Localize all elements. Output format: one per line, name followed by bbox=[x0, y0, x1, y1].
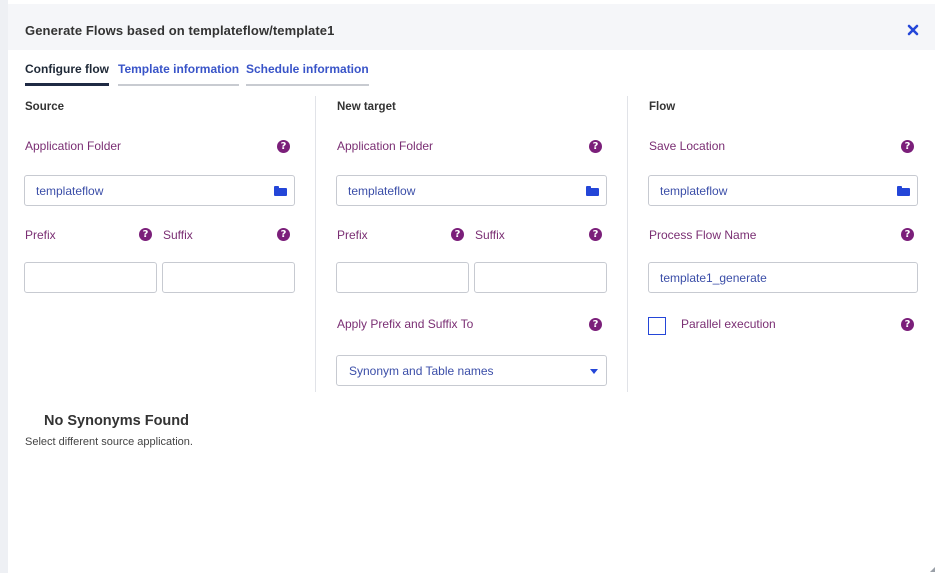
parallel-execution-label: Parallel execution bbox=[681, 317, 776, 331]
help-icon[interactable]: ? bbox=[277, 140, 290, 153]
help-icon[interactable]: ? bbox=[277, 228, 290, 241]
empty-state-subtitle: Select different source application. bbox=[25, 436, 193, 448]
tab-configure-flow[interactable]: Configure flow bbox=[25, 62, 109, 86]
column-divider bbox=[627, 96, 628, 392]
help-icon[interactable]: ? bbox=[589, 140, 602, 153]
target-suffix-input[interactable] bbox=[474, 262, 607, 293]
resize-handle-icon[interactable] bbox=[930, 566, 935, 572]
empty-state-title: No Synonyms Found bbox=[44, 413, 189, 429]
tab-underline bbox=[118, 84, 240, 86]
tab-label: Schedule information bbox=[246, 62, 369, 76]
save-location-label: Save Location bbox=[649, 139, 726, 153]
target-heading: New target bbox=[337, 101, 396, 113]
help-icon[interactable]: ? bbox=[901, 228, 914, 241]
target-app-folder-value: templateflow bbox=[348, 184, 416, 198]
source-heading: Source bbox=[25, 101, 64, 113]
source-prefix-label: Prefix bbox=[25, 228, 56, 242]
tab-active-underline bbox=[25, 83, 109, 86]
target-prefix-input[interactable] bbox=[336, 262, 469, 293]
process-flow-name-label: Process Flow Name bbox=[649, 228, 757, 242]
folder-icon[interactable] bbox=[897, 186, 910, 196]
dialog-header: Generate Flows based on templateflow/tem… bbox=[8, 4, 935, 50]
target-app-folder-field[interactable]: templateflow bbox=[336, 175, 607, 206]
source-suffix-input[interactable] bbox=[162, 262, 295, 293]
apply-prefix-suffix-select[interactable]: Synonym and Table names bbox=[336, 355, 607, 386]
target-app-folder-label: Application Folder bbox=[337, 139, 434, 153]
source-app-folder-value: templateflow bbox=[36, 184, 104, 198]
target-suffix-label: Suffix bbox=[475, 228, 505, 242]
background-panel-edge bbox=[0, 0, 8, 573]
source-app-folder-field[interactable]: templateflow bbox=[24, 175, 295, 206]
parallel-execution-checkbox[interactable] bbox=[648, 317, 666, 335]
help-icon[interactable]: ? bbox=[139, 228, 152, 241]
tab-label: Configure flow bbox=[25, 62, 109, 76]
apply-prefix-suffix-label: Apply Prefix and Suffix To bbox=[337, 317, 474, 331]
process-flow-name-input[interactable]: template1_generate bbox=[648, 262, 918, 293]
tab-template-information[interactable]: Template information bbox=[118, 62, 240, 86]
folder-icon[interactable] bbox=[586, 186, 599, 196]
help-icon[interactable]: ? bbox=[589, 228, 602, 241]
process-flow-name-value: template1_generate bbox=[660, 271, 767, 285]
tab-label: Template information bbox=[118, 62, 240, 76]
chevron-down-icon bbox=[590, 369, 598, 374]
save-location-value: templateflow bbox=[660, 184, 728, 198]
flow-heading: Flow bbox=[649, 101, 676, 113]
target-prefix-label: Prefix bbox=[337, 228, 368, 242]
source-app-folder-label: Application Folder bbox=[25, 139, 122, 153]
save-location-field[interactable]: templateflow bbox=[648, 175, 918, 206]
help-icon[interactable]: ? bbox=[451, 228, 464, 241]
close-icon[interactable] bbox=[904, 21, 922, 39]
help-icon[interactable]: ? bbox=[901, 140, 914, 153]
source-suffix-label: Suffix bbox=[163, 228, 193, 242]
folder-icon[interactable] bbox=[274, 186, 287, 196]
tab-schedule-information[interactable]: Schedule information bbox=[246, 62, 369, 86]
dialog-title: Generate Flows based on templateflow/tem… bbox=[25, 23, 335, 38]
help-icon[interactable]: ? bbox=[589, 318, 602, 331]
apply-selected-value: Synonym and Table names bbox=[349, 364, 494, 378]
source-prefix-input[interactable] bbox=[24, 262, 157, 293]
column-divider bbox=[315, 96, 316, 392]
tab-underline bbox=[246, 84, 369, 86]
generate-flows-dialog: Generate Flows based on templateflow/tem… bbox=[8, 4, 935, 573]
help-icon[interactable]: ? bbox=[901, 318, 914, 331]
